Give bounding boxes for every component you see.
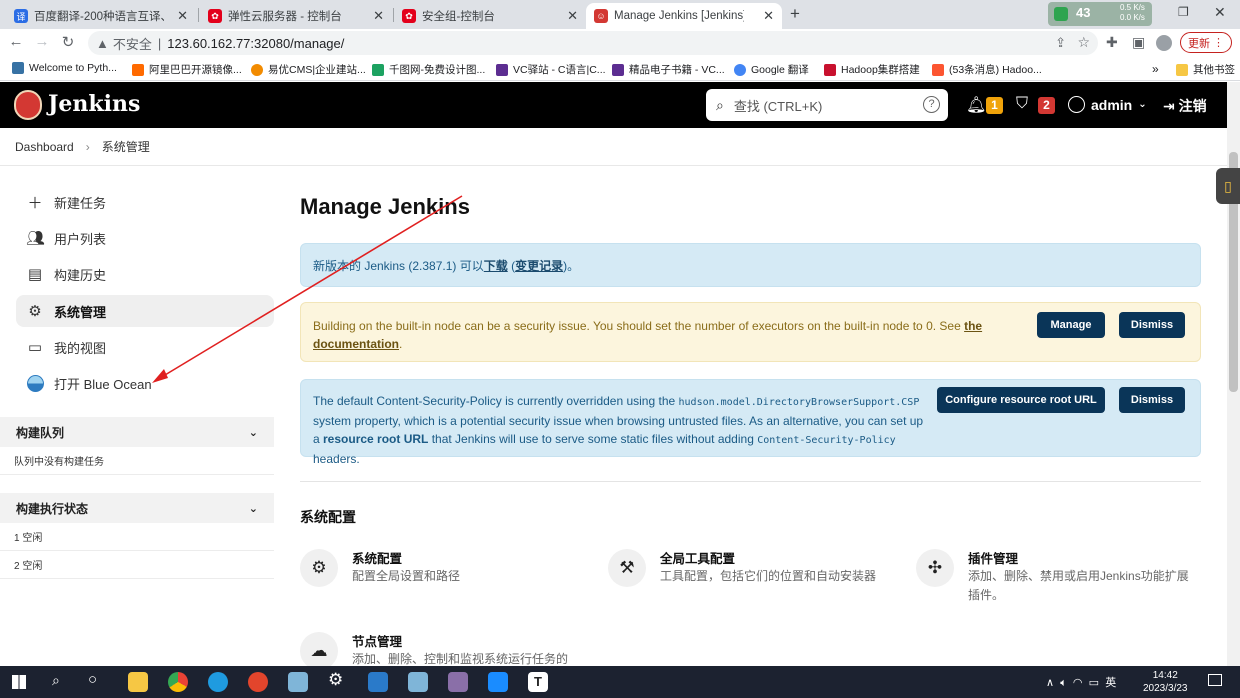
task-view-icon[interactable]: ○ [88, 671, 97, 688]
search-icon[interactable]: ⌕ [52, 672, 60, 689]
tray-caret-icon[interactable]: ∧ [1046, 677, 1054, 689]
file-explorer-icon[interactable] [128, 672, 148, 692]
chrome-icon[interactable] [168, 672, 188, 692]
side-widget-icon[interactable]: ▯ [1216, 168, 1240, 204]
windows-taskbar: ⌕ ○ ⚙ T ∧ 🔈︎ ◠ ▭ 英 14:42 2023/3/23 [0, 666, 1240, 698]
app-icon[interactable] [368, 672, 388, 692]
ime-indicator[interactable]: 英 [1105, 677, 1116, 689]
system-tray: ∧ 🔈︎ ◠ ▭ 英 [1046, 674, 1116, 690]
battery-icon[interactable]: ▭ [1089, 677, 1099, 689]
typora-icon[interactable]: T [528, 672, 548, 692]
clock-time: 14:42 [1152, 670, 1178, 681]
app-icon[interactable] [288, 672, 308, 692]
app-icon[interactable] [408, 672, 428, 692]
clock-date: 2023/3/23 [1143, 683, 1188, 694]
app-icon[interactable] [448, 672, 468, 692]
annotation-arrow [152, 195, 463, 383]
volume-icon[interactable]: 🔈︎ [1060, 677, 1067, 689]
windows-start-icon[interactable] [12, 675, 26, 689]
browser-app-icon[interactable] [248, 672, 268, 692]
notification-center-icon[interactable] [1208, 674, 1222, 686]
app-icon[interactable] [488, 672, 508, 692]
settings-gear-icon[interactable]: ⚙ [328, 670, 343, 690]
wifi-icon[interactable]: ◠ [1073, 677, 1083, 689]
edge-icon[interactable] [208, 672, 228, 692]
clock[interactable]: 14:42 2023/3/23 [1143, 669, 1188, 695]
